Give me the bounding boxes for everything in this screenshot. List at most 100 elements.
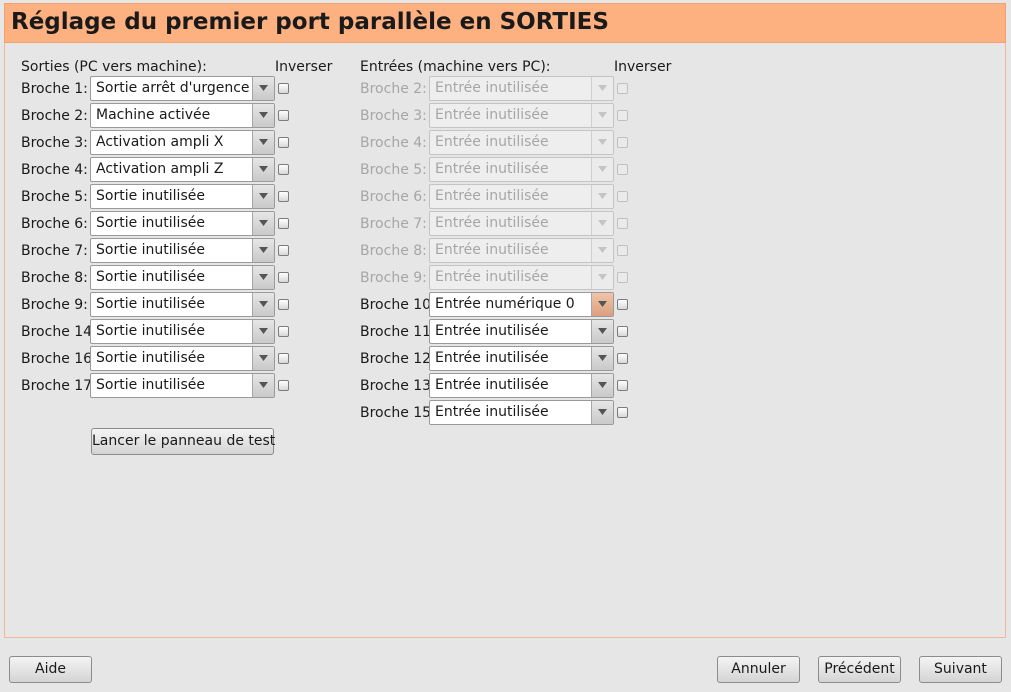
output-pin-value: Activation ampli Z	[96, 161, 224, 177]
output-pin-select[interactable]: Sortie inutilisée	[90, 373, 275, 398]
output-pin-select[interactable]: Sortie inutilisée	[90, 319, 275, 344]
output-invert-checkbox[interactable]	[278, 299, 289, 310]
output-invert-checkbox[interactable]	[278, 353, 289, 364]
chevron-down-icon[interactable]	[252, 347, 274, 370]
output-pin-label: Broche 14:	[21, 324, 97, 340]
input-pin-select[interactable]: Entrée inutilisée	[429, 373, 614, 398]
chevron-down-icon	[591, 77, 613, 100]
chevron-down-icon[interactable]	[252, 320, 274, 343]
output-pin-label: Broche 4:	[21, 162, 88, 178]
output-pin-select[interactable]: Activation ampli X	[90, 130, 275, 155]
input-invert-checkbox	[617, 110, 628, 121]
test-panel-button[interactable]: Lancer le panneau de test	[91, 428, 275, 455]
output-pin-label: Broche 16:	[21, 351, 97, 367]
output-pin-value: Machine activée	[96, 107, 211, 123]
chevron-down-icon[interactable]	[252, 77, 274, 100]
input-invert-checkbox	[617, 218, 628, 229]
input-pin-label: Broche 7:	[360, 216, 427, 232]
output-invert-checkbox[interactable]	[278, 137, 289, 148]
output-invert-checkbox[interactable]	[278, 164, 289, 175]
output-pin-value: Sortie inutilisée	[96, 215, 205, 231]
input-pin-label: Broche 5:	[360, 162, 427, 178]
output-pin-label: Broche 9:	[21, 297, 88, 313]
output-invert-checkbox[interactable]	[278, 272, 289, 283]
input-pin-value: Entrée inutilisée	[435, 242, 549, 258]
input-pin-value: Entrée inutilisée	[435, 404, 549, 420]
input-pin-value: Entrée inutilisée	[435, 188, 549, 204]
input-pin-label: Broche 15:	[360, 405, 436, 421]
input-pin-value: Entrée inutilisée	[435, 377, 549, 393]
output-invert-checkbox[interactable]	[278, 326, 289, 337]
input-pin-label: Broche 3:	[360, 108, 427, 124]
output-invert-checkbox[interactable]	[278, 380, 289, 391]
output-pin-value: Activation ampli X	[96, 134, 224, 150]
chevron-down-icon[interactable]	[252, 158, 274, 181]
input-invert-checkbox[interactable]	[617, 353, 628, 364]
chevron-down-icon	[591, 158, 613, 181]
input-pin-select[interactable]: Entrée inutilisée	[429, 319, 614, 344]
chevron-down-icon[interactable]	[591, 347, 613, 370]
input-invert-checkbox	[617, 83, 628, 94]
chevron-down-icon[interactable]	[252, 131, 274, 154]
input-invert-checkbox[interactable]	[617, 407, 628, 418]
output-invert-checkbox[interactable]	[278, 245, 289, 256]
input-pin-value: Entrée numérique 0	[435, 296, 575, 312]
input-pin-select: Entrée inutilisée	[429, 265, 614, 290]
output-pin-select[interactable]: Sortie inutilisée	[90, 184, 275, 209]
chevron-down-icon[interactable]	[591, 293, 613, 316]
previous-button[interactable]: Précédent	[818, 656, 901, 683]
inputs-invert-header: Inverser	[614, 59, 672, 75]
output-pin-select[interactable]: Sortie inutilisée	[90, 265, 275, 290]
output-pin-value: Sortie inutilisée	[96, 350, 205, 366]
input-pin-select: Entrée inutilisée	[429, 211, 614, 236]
output-pin-select[interactable]: Sortie arrêt d'urgence	[90, 76, 275, 101]
chevron-down-icon[interactable]	[252, 293, 274, 316]
chevron-down-icon	[591, 239, 613, 262]
input-invert-checkbox[interactable]	[617, 380, 628, 391]
cancel-button[interactable]: Annuler	[717, 656, 800, 683]
chevron-down-icon[interactable]	[252, 239, 274, 262]
output-pin-select[interactable]: Sortie inutilisée	[90, 346, 275, 371]
chevron-down-icon[interactable]	[591, 401, 613, 424]
input-pin-select[interactable]: Entrée inutilisée	[429, 346, 614, 371]
input-pin-label: Broche 8:	[360, 243, 427, 259]
output-pin-select[interactable]: Activation ampli Z	[90, 157, 275, 182]
output-pin-label: Broche 1:	[21, 81, 88, 97]
output-pin-value: Sortie arrêt d'urgence	[96, 80, 250, 96]
chevron-down-icon	[591, 212, 613, 235]
input-pin-select[interactable]: Entrée inutilisée	[429, 400, 614, 425]
output-pin-select[interactable]: Machine activée	[90, 103, 275, 128]
output-pin-label: Broche 2:	[21, 108, 88, 124]
chevron-down-icon[interactable]	[252, 212, 274, 235]
input-pin-label: Broche 12:	[360, 351, 436, 367]
output-invert-checkbox[interactable]	[278, 218, 289, 229]
output-pin-select[interactable]: Sortie inutilisée	[90, 211, 275, 236]
input-pin-select: Entrée inutilisée	[429, 238, 614, 263]
output-invert-checkbox[interactable]	[278, 83, 289, 94]
output-pin-label: Broche 3:	[21, 135, 88, 151]
chevron-down-icon[interactable]	[591, 320, 613, 343]
output-pin-select[interactable]: Sortie inutilisée	[90, 238, 275, 263]
input-pin-label: Broche 2:	[360, 81, 427, 97]
output-pin-label: Broche 6:	[21, 216, 88, 232]
input-invert-checkbox[interactable]	[617, 326, 628, 337]
chevron-down-icon[interactable]	[252, 185, 274, 208]
output-pin-select[interactable]: Sortie inutilisée	[90, 292, 275, 317]
input-invert-checkbox[interactable]	[617, 299, 628, 310]
output-invert-checkbox[interactable]	[278, 110, 289, 121]
input-pin-value: Entrée inutilisée	[435, 350, 549, 366]
chevron-down-icon	[591, 104, 613, 127]
output-invert-checkbox[interactable]	[278, 191, 289, 202]
chevron-down-icon[interactable]	[591, 374, 613, 397]
input-pin-value: Entrée inutilisée	[435, 134, 549, 150]
chevron-down-icon[interactable]	[252, 104, 274, 127]
chevron-down-icon	[591, 131, 613, 154]
help-button[interactable]: Aide	[9, 656, 92, 683]
output-pin-value: Sortie inutilisée	[96, 377, 205, 393]
chevron-down-icon[interactable]	[252, 374, 274, 397]
output-pin-label: Broche 7:	[21, 243, 88, 259]
next-button[interactable]: Suivant	[919, 656, 1002, 683]
output-pin-label: Broche 5:	[21, 189, 88, 205]
input-pin-select[interactable]: Entrée numérique 0	[429, 292, 614, 317]
chevron-down-icon[interactable]	[252, 266, 274, 289]
